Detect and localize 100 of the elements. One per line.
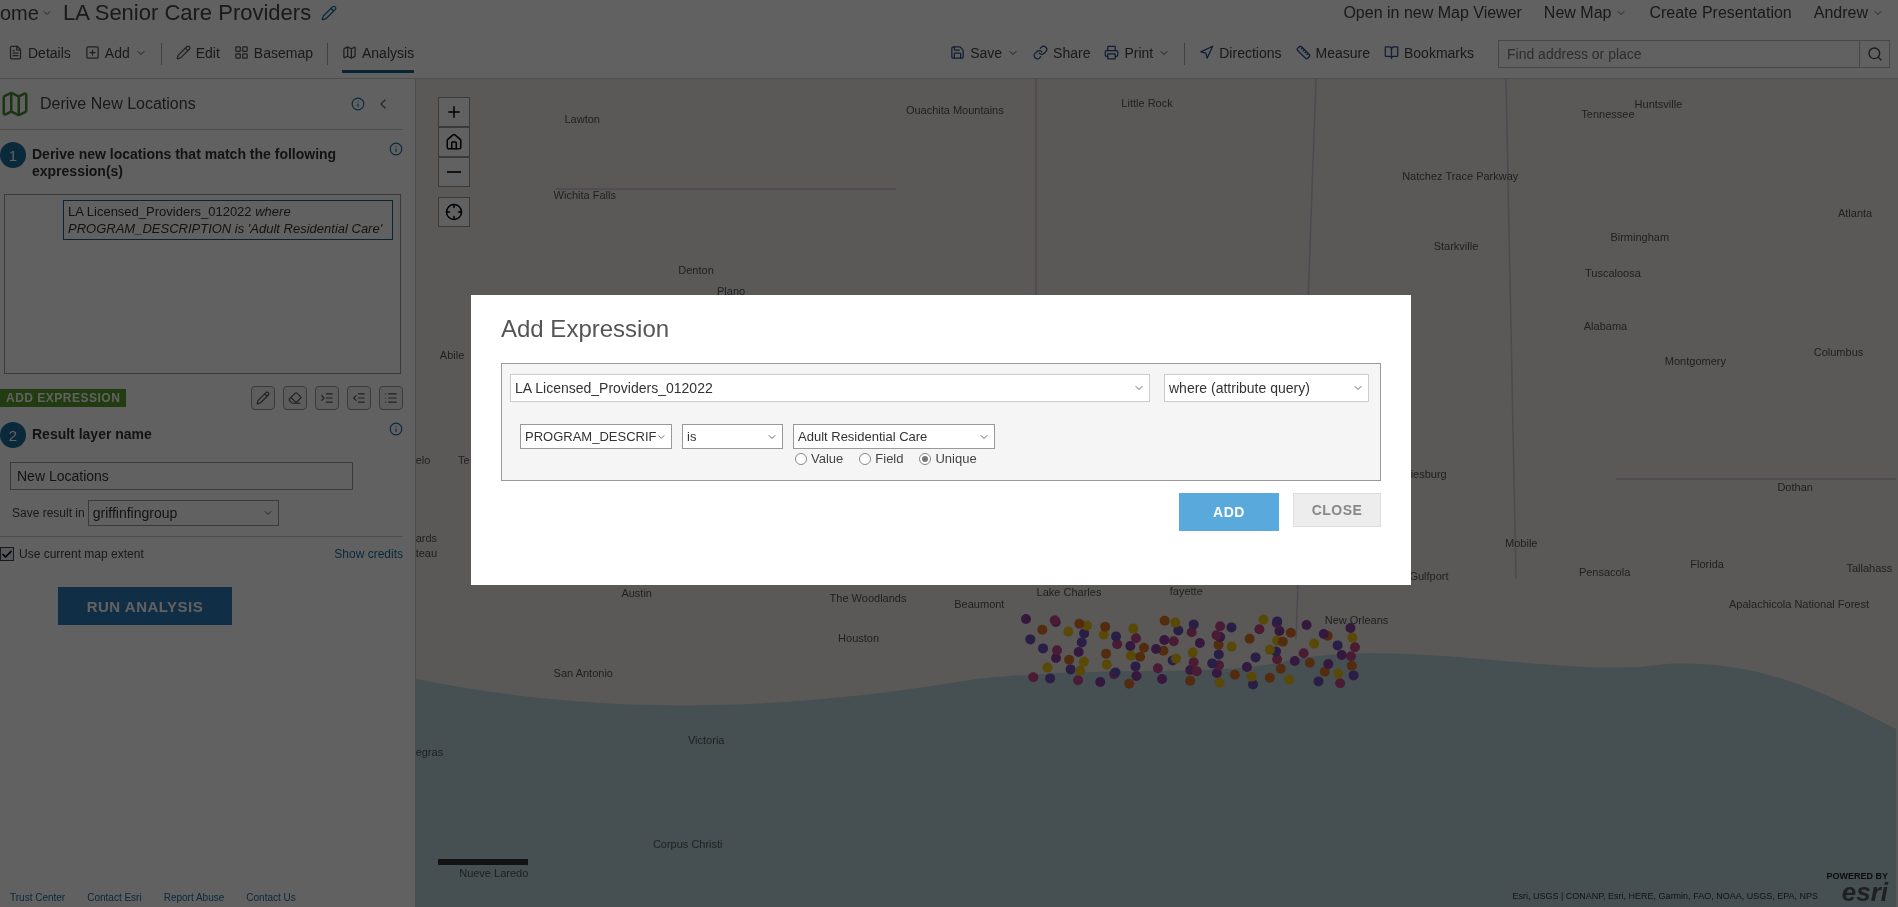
mode-radio[interactable]: Value — [795, 451, 844, 466]
value-select[interactable]: Adult Residential Care — [793, 424, 995, 449]
map-label: Natchez Trace Parkway — [1402, 169, 1519, 182]
add-button[interactable]: ADD — [1179, 493, 1279, 531]
mode-radio[interactable]: Field — [859, 451, 904, 466]
map-title: LA Senior Care Providers — [62, 0, 312, 26]
map-label: Mobile — [1505, 536, 1538, 549]
map-label: iesburg — [1410, 467, 1447, 480]
footer-link[interactable]: Contact Us — [246, 892, 296, 903]
tool-button[interactable] — [347, 386, 371, 410]
tool-button[interactable] — [251, 386, 275, 410]
tool-button[interactable] — [379, 386, 403, 410]
header-link[interactable]: Open in new Map Viewer — [1343, 4, 1522, 22]
toolbar-button[interactable]: Directions — [1199, 35, 1282, 73]
grid-icon — [233, 45, 249, 60]
locate-button[interactable] — [438, 197, 470, 227]
query-select[interactable]: where (attribute query) — [1164, 374, 1369, 402]
toolbar-button[interactable]: Bookmarks — [1383, 35, 1474, 73]
link-icon — [1033, 45, 1049, 60]
map-label: New Orleans — [1324, 614, 1389, 626]
info-icon[interactable] — [389, 142, 403, 156]
toolbar-button[interactable]: Print — [1104, 35, 1171, 73]
info-icon[interactable] — [389, 422, 403, 436]
map-label: Ouachita Mountains — [905, 104, 1004, 117]
footer-link[interactable]: Trust Center — [10, 892, 66, 903]
field-select[interactable]: PROGRAM_DESCRIF — [520, 424, 672, 449]
toolbar-button[interactable]: Analysis — [342, 35, 415, 73]
show-credits-link[interactable]: Show credits — [334, 547, 403, 561]
home-icon — [445, 133, 463, 151]
zoom-in-button[interactable] — [438, 97, 470, 127]
panel-title: Derive New Locations — [40, 95, 197, 113]
map-label: Florida — [1690, 558, 1724, 571]
search-icon — [1866, 46, 1883, 62]
map-label: Denton — [678, 264, 714, 277]
dialog-title: Add Expression — [501, 315, 671, 343]
pencil-icon — [256, 391, 270, 405]
mode-radio[interactable]: Unique — [919, 451, 977, 466]
pencil-icon — [175, 45, 191, 60]
footer-link[interactable]: Report Abuse — [163, 892, 225, 903]
layer-name-field[interactable]: New Locations — [10, 462, 353, 490]
map-label: Tuscaloosa — [1584, 266, 1641, 279]
map-label: Birmingham — [1610, 231, 1670, 244]
map-label: Wichita Falls — [553, 189, 616, 202]
toolbar-button[interactable]: Add — [84, 35, 147, 73]
toolbar-button[interactable]: Save — [950, 35, 1020, 73]
tool-button[interactable] — [315, 386, 339, 410]
list-icon — [384, 391, 398, 405]
toolbar-button[interactable]: Edit — [175, 35, 220, 73]
map-label: Abile — [439, 348, 465, 361]
tool-icon — [0, 89, 30, 119]
map-label: Gulfport — [1409, 570, 1449, 583]
map-label: Columbus — [1813, 346, 1864, 359]
toolbar-button[interactable]: Share — [1033, 35, 1091, 73]
toolbar-button[interactable]: Measure — [1295, 35, 1370, 73]
minus-icon — [447, 171, 461, 173]
map-label: Plano — [717, 284, 746, 297]
plus-icon — [445, 103, 463, 121]
expression-item[interactable]: LA Licensed_Providers_012022 where PROGRAM_DESCRIPTION is 'Adult Residential Care' — [63, 200, 393, 240]
logo-caption: POWERED BY — [1826, 871, 1888, 881]
map-label: Montgomery — [1664, 354, 1726, 367]
plus-square-icon — [84, 45, 100, 60]
map-label: Pensacola — [1578, 565, 1631, 578]
footer-link[interactable]: Contact Esri — [87, 892, 142, 903]
close-button[interactable]: CLOSE — [1293, 493, 1381, 527]
map-label: Tennessee — [1581, 108, 1635, 120]
map-label: Lake Charles — [1036, 586, 1102, 599]
home-button[interactable] — [438, 127, 470, 157]
navigation-arrow-icon — [1199, 45, 1215, 60]
map-label: Starkville — [1433, 239, 1479, 252]
extent-checkbox[interactable]: Use current map extent — [0, 547, 144, 561]
step-number: 1 — [0, 142, 26, 168]
map-label: Beaumont — [954, 598, 1005, 611]
outdent-icon — [352, 391, 366, 405]
map-label: Dothan — [1777, 480, 1813, 493]
step-number: 2 — [0, 422, 26, 448]
home-link[interactable]: ome — [0, 1, 53, 25]
folder-select[interactable]: griffinfingroup — [87, 500, 279, 526]
document-icon — [8, 45, 23, 60]
map-label: Houston — [838, 632, 880, 645]
map-label: Little Rock — [1121, 97, 1173, 110]
edit-icon[interactable] — [321, 5, 338, 21]
crosshair-icon — [445, 203, 463, 221]
zoom-out-button[interactable] — [438, 157, 470, 187]
run-analysis-button[interactable]: RUN ANALYSIS — [58, 587, 232, 625]
toolbar-button[interactable]: Details — [8, 35, 71, 73]
map-label: Atlanta — [1837, 207, 1873, 220]
search-button[interactable] — [1860, 40, 1890, 68]
operator-select[interactable]: is — [682, 424, 783, 449]
user-menu[interactable]: Andrew — [1813, 4, 1884, 22]
map-label: Lawton — [564, 112, 600, 125]
map-label: fayette — [1169, 584, 1203, 597]
header-link[interactable]: New Map — [1543, 4, 1628, 22]
header-link[interactable]: Create Presentation — [1649, 4, 1792, 22]
tool-button[interactable] — [283, 386, 307, 410]
step-label: Derive new locations that match the following expression(s) — [32, 145, 338, 180]
info-icon[interactable] — [351, 97, 365, 111]
toolbar-button[interactable]: Basemap — [233, 35, 313, 73]
add-expression-button[interactable]: ADD EXPRESSION — [0, 389, 127, 407]
map-label: Te — [458, 454, 470, 467]
layer-select[interactable]: LA Licensed_Providers_012022 — [510, 374, 1150, 402]
